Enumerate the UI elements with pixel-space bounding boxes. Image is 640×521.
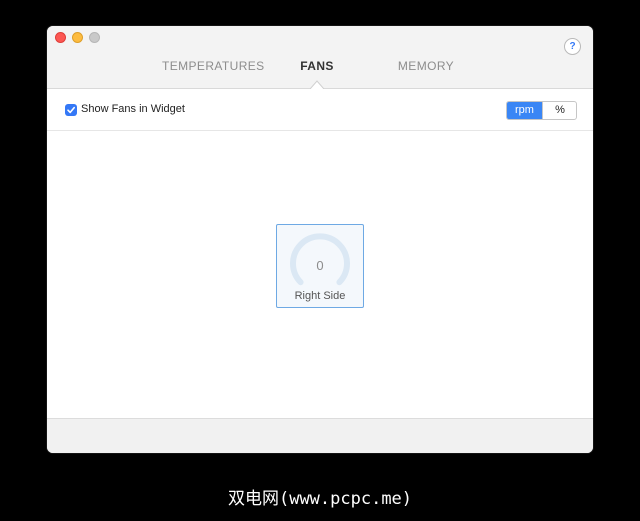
unit-segmented-control: rpm % (506, 101, 577, 120)
tab-fans[interactable]: FANS (295, 59, 339, 73)
watermark-text: 双电网(www.pcpc.me) (227, 489, 413, 509)
minimize-window-button[interactable] (72, 32, 83, 43)
tab-label: MEMORY (397, 59, 455, 73)
title-bar: ? TEMPERATURES FANS MEMORY (47, 26, 593, 92)
app-window: ? TEMPERATURES FANS MEMORY Show Fans in … (47, 26, 593, 453)
tab-temperatures[interactable]: TEMPERATURES (162, 59, 264, 73)
fan-card-right-side[interactable]: 0 Right Side (276, 224, 364, 308)
fans-toolbar: Show Fans in Widget rpm % (47, 89, 593, 131)
zoom-window-button[interactable] (89, 32, 100, 43)
window-footer (47, 418, 593, 453)
show-fans-checkbox[interactable] (65, 104, 77, 116)
help-button[interactable]: ? (564, 38, 581, 55)
tab-label: TEMPERATURES (162, 59, 265, 73)
show-fans-label[interactable]: Show Fans in Widget (81, 103, 185, 115)
fans-content: 0 Right Side (47, 131, 593, 418)
fan-name-label: Right Side (294, 290, 346, 302)
tab-label: FANS (300, 59, 334, 73)
checkmark-icon (67, 106, 75, 114)
tab-memory[interactable]: MEMORY (393, 59, 459, 73)
close-window-button[interactable] (55, 32, 66, 43)
unit-rpm-button[interactable]: rpm (507, 102, 542, 119)
unit-percent-button[interactable]: % (542, 102, 576, 119)
fan-speed-value: 0 (316, 258, 324, 273)
help-icon: ? (569, 41, 576, 52)
